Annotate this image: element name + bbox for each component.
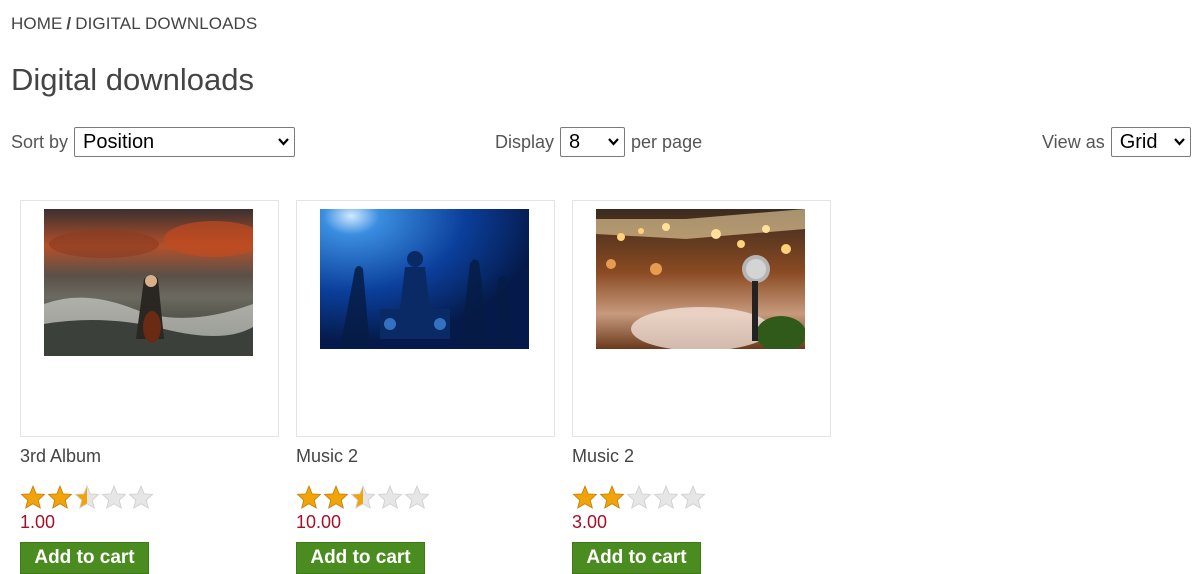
star-icon — [323, 485, 349, 509]
product-card: Music 2 3.00 Add to cart — [572, 200, 831, 574]
product-title[interactable]: Music 2 — [572, 446, 634, 467]
product-price: 1.00 — [20, 512, 56, 532]
product-price: 3.00 — [572, 512, 608, 532]
rating-stars — [20, 485, 154, 509]
product-image-link[interactable] — [572, 200, 831, 437]
star-empty-icon — [653, 485, 679, 509]
star-icon — [47, 485, 73, 509]
page-size-select[interactable]: 8 — [560, 127, 626, 157]
per-page-label: per page — [631, 131, 703, 152]
product-title[interactable]: 3rd Album — [20, 446, 101, 467]
page-size-value: 8 — [569, 130, 581, 153]
chevron-down-icon — [608, 137, 619, 146]
sort-select[interactable]: Position — [74, 127, 296, 157]
chevron-down-icon — [1173, 137, 1185, 146]
star-icon — [296, 485, 322, 509]
rating-stars — [572, 485, 706, 509]
view-mode-value: Grid — [1119, 130, 1158, 153]
half-star-icon — [74, 485, 100, 509]
microphone-bokeh-stage-photo — [596, 209, 805, 349]
view-control: View as Grid — [1042, 127, 1191, 157]
star-empty-icon — [377, 485, 403, 509]
blue-concert-crowd-photo — [320, 209, 529, 349]
star-empty-icon — [404, 485, 430, 509]
product-card: Music 2 10.00 Add to cart — [296, 200, 555, 574]
product-title[interactable]: Music 2 — [296, 446, 358, 467]
display-label: Display — [495, 131, 555, 152]
view-label: View as — [1042, 131, 1105, 152]
add-to-cart-button[interactable]: Add to cart — [296, 542, 425, 574]
breadcrumb-separator: / — [66, 14, 72, 33]
add-to-cart-button[interactable]: Add to cart — [20, 542, 149, 574]
chevron-down-icon — [278, 137, 289, 146]
product-image-link[interactable] — [296, 200, 555, 437]
star-empty-icon — [128, 485, 154, 509]
display-control: Display 8 per page — [495, 127, 702, 157]
star-icon — [572, 485, 598, 509]
star-empty-icon — [680, 485, 706, 509]
star-icon — [20, 485, 46, 509]
product-price: 10.00 — [296, 512, 342, 532]
product-image-link[interactable] — [20, 200, 279, 437]
star-empty-icon — [626, 485, 652, 509]
dramatic-sea-cellist-photo — [44, 209, 253, 356]
breadcrumb-current: DIGITAL DOWNLOADS — [75, 14, 258, 33]
sort-label: Sort by — [11, 131, 69, 152]
page-title: Digital downloads — [11, 62, 254, 97]
rating-stars — [296, 485, 430, 509]
sort-select-value: Position — [83, 130, 155, 153]
add-to-cart-button[interactable]: Add to cart — [572, 542, 701, 574]
star-icon — [599, 485, 625, 509]
view-mode-select[interactable]: Grid — [1110, 127, 1191, 157]
product-card: 3rd Album 1.00 Add to cart — [20, 200, 279, 574]
sort-control: Sort by Position — [11, 127, 296, 157]
half-star-icon — [350, 485, 376, 509]
breadcrumb: HOME / DIGITAL DOWNLOADS — [11, 14, 257, 34]
star-empty-icon — [101, 485, 127, 509]
breadcrumb-home-link[interactable]: HOME — [11, 14, 62, 33]
